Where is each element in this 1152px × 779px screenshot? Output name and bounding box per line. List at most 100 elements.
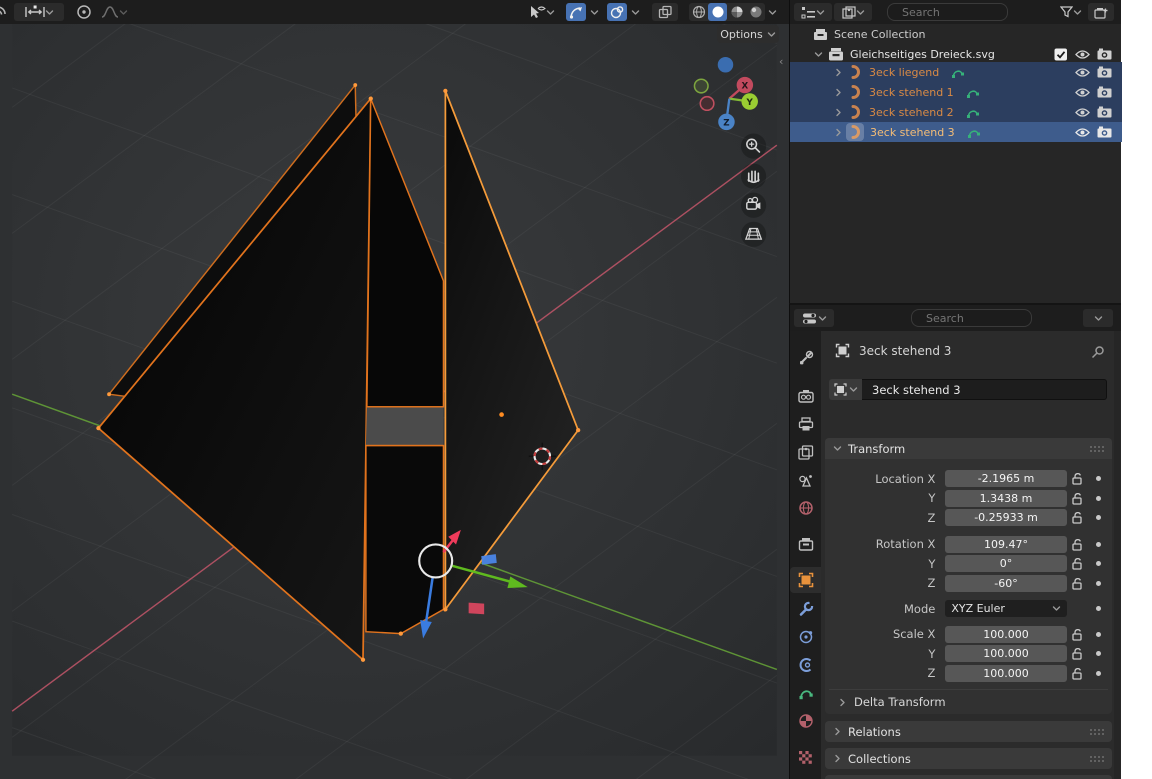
animate-dot[interactable] [1096,542,1101,547]
proportional-editing-button[interactable] [73,3,95,21]
constraint-properties-tab[interactable] [790,652,821,678]
gizmo-dropdown[interactable] [588,3,600,21]
new-collection-button[interactable] [1088,3,1114,21]
show-gizmo-toggle[interactable] [566,3,586,21]
lock-open-icon[interactable] [1072,492,1083,505]
world-properties-tab[interactable] [790,495,821,521]
material-properties-tab[interactable] [790,708,821,734]
region-collapse-arrow[interactable]: ‹ [779,55,783,68]
display-mode-button[interactable] [834,3,872,21]
subpanel-expand-chevron[interactable] [838,698,847,707]
object-data-properties-tab[interactable] [790,680,821,706]
physics-properties-tab[interactable] [790,624,821,650]
nav-axis-z-neg[interactable] [718,57,734,73]
hide-eye-icon[interactable] [1075,127,1090,138]
shading-dropdown[interactable] [766,3,778,21]
viewport-3d[interactable]: X Y Z [0,0,789,779]
hide-eye-icon[interactable] [1075,67,1090,78]
show-overlays-toggle[interactable] [607,3,627,21]
outliner-row-scene-collection[interactable]: Scene Collection [790,24,1122,44]
rotation-mode-dropdown[interactable]: XYZ Euler [945,600,1066,617]
panel-grip-icon[interactable] [1089,755,1104,763]
outliner-row-collection[interactable]: Gleichseitiges Dreieck.svg [790,44,1122,64]
render-properties-tab[interactable] [790,383,821,409]
outliner-row-object-2[interactable]: 3eck stehend 2 [790,102,1122,122]
scale-y-field[interactable]: 100.000 [945,645,1066,662]
lock-open-icon[interactable] [1072,472,1083,485]
properties-editor-type-button[interactable] [794,309,834,327]
scene-properties-tab[interactable] [790,467,821,493]
location-x-field[interactable]: -2.1965 m [945,470,1066,487]
object-properties-tab-active[interactable] [790,567,821,593]
relations-panel[interactable]: Relations [825,721,1112,742]
animate-dot[interactable] [1096,606,1101,611]
properties-scroll-gutter[interactable] [1114,331,1121,779]
lock-open-icon[interactable] [1072,647,1083,660]
render-camera-icon[interactable] [1097,106,1112,118]
lock-open-icon[interactable] [1072,557,1083,570]
render-camera-icon[interactable] [1097,126,1112,138]
transform-panel-header[interactable]: Transform [825,438,1112,459]
outliner-search[interactable] [887,3,1008,21]
properties-options-dropdown[interactable] [1083,309,1113,327]
animate-dot[interactable] [1096,581,1101,586]
outliner-row-object-3-active[interactable]: 3eck stehend 3 [790,122,1122,142]
options-button[interactable]: Options [717,25,779,43]
shading-material-button[interactable] [727,3,746,21]
properties-search-input[interactable] [924,311,1028,326]
expand-chevron[interactable] [834,88,843,97]
tool-properties-tab[interactable] [790,345,821,371]
shading-solid-button[interactable] [708,3,727,21]
nav-axis-x-neg[interactable] [700,97,714,111]
gizmo-plane-xz[interactable] [469,603,485,615]
outliner-search-input[interactable] [900,5,1004,20]
collection-properties-tab[interactable] [790,531,821,557]
outliner-row-object-0[interactable]: 3eck liegend [790,62,1122,82]
lock-open-icon[interactable] [1072,667,1083,680]
ortho-grid-button[interactable] [741,222,766,247]
motion-paths-panel[interactable]: Motion Paths [825,775,1112,779]
outliner-row-object-1[interactable]: 3eck stehend 1 [790,82,1122,102]
location-y-field[interactable]: 1.3438 m [945,490,1066,507]
output-properties-tab[interactable] [790,411,821,437]
view-layer-properties-tab[interactable] [790,439,821,465]
rotation-x-field[interactable]: 109.47° [945,536,1066,553]
rotation-y-field[interactable]: 0° [945,555,1066,572]
collections-panel[interactable]: Collections [825,748,1112,769]
panel-collapse-chevron[interactable] [833,444,842,453]
modifier-properties-tab[interactable] [790,596,821,622]
location-z-field[interactable]: -0.25933 m [945,509,1066,526]
hide-eye-icon[interactable] [1075,107,1090,118]
lock-open-icon[interactable] [1072,511,1083,524]
panel-expand-chevron[interactable] [833,754,842,763]
zoom-button[interactable] [741,134,766,159]
lock-open-icon[interactable] [1072,538,1083,551]
triangle-middle-lower[interactable] [366,446,444,634]
nav-axis-y-neg[interactable] [694,79,708,93]
animate-dot[interactable] [1096,651,1101,656]
expand-chevron[interactable] [834,128,843,137]
camera-view-button[interactable] [741,193,766,218]
animate-dot[interactable] [1096,496,1101,501]
object-visibility-button[interactable] [523,3,559,21]
lock-open-icon[interactable] [1072,577,1083,590]
exclude-checkbox[interactable] [1054,48,1068,61]
animate-dot[interactable] [1096,671,1101,676]
editor-type-button[interactable] [794,3,832,21]
panel-expand-chevron[interactable] [833,727,842,736]
texture-properties-tab[interactable] [790,744,821,770]
hide-eye-icon[interactable] [1075,49,1090,60]
filter-button[interactable] [1056,3,1086,21]
pin-icon[interactable] [1090,345,1105,360]
animate-dot[interactable] [1096,476,1101,481]
expand-chevron[interactable] [834,68,843,77]
expand-chevron[interactable] [834,108,843,117]
xray-toggle[interactable] [652,3,678,21]
properties-search[interactable] [911,309,1032,327]
rotation-z-field[interactable]: -60° [945,575,1066,592]
animate-dot[interactable] [1096,632,1101,637]
shading-wireframe-button[interactable] [689,3,708,21]
hide-eye-icon[interactable] [1075,87,1090,98]
magnet-icon-partial[interactable] [0,3,10,21]
panel-grip-icon[interactable] [1089,728,1104,736]
